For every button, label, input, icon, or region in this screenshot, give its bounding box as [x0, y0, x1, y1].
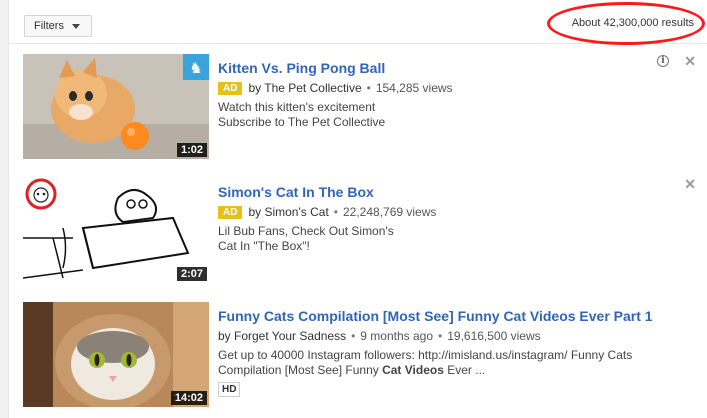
ad-badge: AD — [218, 205, 243, 219]
video-title-link[interactable]: Funny Cats Compilation [Most See] Funny … — [218, 308, 653, 324]
separator-dot: • — [351, 329, 356, 343]
channel-link[interactable]: by The Pet Collective — [248, 81, 361, 95]
video-duration: 1:02 — [176, 143, 207, 157]
filters-button[interactable]: Filters — [24, 15, 92, 37]
channel-link[interactable]: by Forget Your Sadness — [218, 329, 346, 343]
channel-link[interactable]: by Simon's Cat — [248, 205, 328, 219]
result-item: ♞ 1:02 Kitten Vs. Ping Pong Ball AD by T… — [9, 53, 707, 164]
video-description: Get up to 40000 Instagram followers: htt… — [218, 348, 632, 378]
description-line: Watch this kitten's excitement — [218, 100, 376, 114]
video-duration: 14:02 — [170, 391, 207, 405]
view-count: 19,616,500 views — [447, 329, 541, 343]
ad-badge: AD — [218, 81, 243, 95]
hd-badge: HD — [218, 382, 241, 397]
separator-dot: • — [438, 329, 443, 343]
view-count: 22,248,769 views — [342, 205, 437, 219]
video-title-link[interactable]: Kitten Vs. Ping Pong Ball — [218, 60, 385, 76]
red-highlight-ellipse — [547, 2, 705, 45]
video-thumbnail[interactable]: ♞ 1:02 — [23, 54, 209, 159]
video-thumbnail[interactable]: 14:02 — [23, 302, 209, 407]
view-count: 154,285 views — [375, 81, 453, 95]
description-keyword: Cat Videos — [382, 363, 444, 377]
video-duration: 2:07 — [176, 267, 207, 281]
svg-text:♞: ♞ — [189, 59, 202, 77]
description-line: Lil Bub Fans, Check Out Simon's — [218, 224, 394, 238]
video-meta: AD by The Pet Collective • 154,285 views — [218, 81, 453, 95]
video-meta: AD by Simon's Cat • 22,248,769 views — [218, 205, 436, 219]
description-line: Subscribe to The Pet Collective — [218, 115, 386, 129]
description-line: Get up to 40000 Instagram followers: htt… — [218, 348, 633, 362]
video-meta: by Forget Your Sadness • 9 months ago • … — [218, 329, 541, 343]
info-icon[interactable]: i — [657, 55, 669, 67]
upload-age: 9 months ago — [360, 329, 434, 343]
result-item: 2:07 Simon's Cat In The Box AD by Simon'… — [9, 176, 707, 288]
separator-dot: • — [333, 205, 338, 219]
description-line: Cat In "The Box"! — [218, 239, 310, 253]
video-description: Watch this kitten's excitement Subscribe… — [218, 100, 385, 130]
description-text: Ever ... — [443, 363, 486, 377]
search-results-panel: Filters About 42,300,000 results ♞ 1:02 … — [8, 0, 707, 418]
close-icon[interactable]: ✕ — [684, 176, 696, 193]
description-line: Compilation [Most See] Funny Cat Videos … — [218, 363, 632, 378]
video-title-link[interactable]: Simon's Cat In The Box — [218, 184, 374, 200]
results-toolbar: Filters About 42,300,000 results — [9, 0, 707, 45]
filters-label: Filters — [34, 20, 64, 32]
caret-down-icon — [71, 23, 80, 29]
separator-dot: • — [366, 81, 371, 95]
video-description: Lil Bub Fans, Check Out Simon's Cat In "… — [218, 224, 394, 254]
description-text: Compilation [Most See] Funny — [218, 363, 383, 377]
result-item: 14:02 Funny Cats Compilation [Most See] … — [9, 302, 707, 412]
close-icon[interactable]: ✕ — [684, 53, 696, 70]
video-thumbnail[interactable]: 2:07 — [23, 178, 209, 283]
